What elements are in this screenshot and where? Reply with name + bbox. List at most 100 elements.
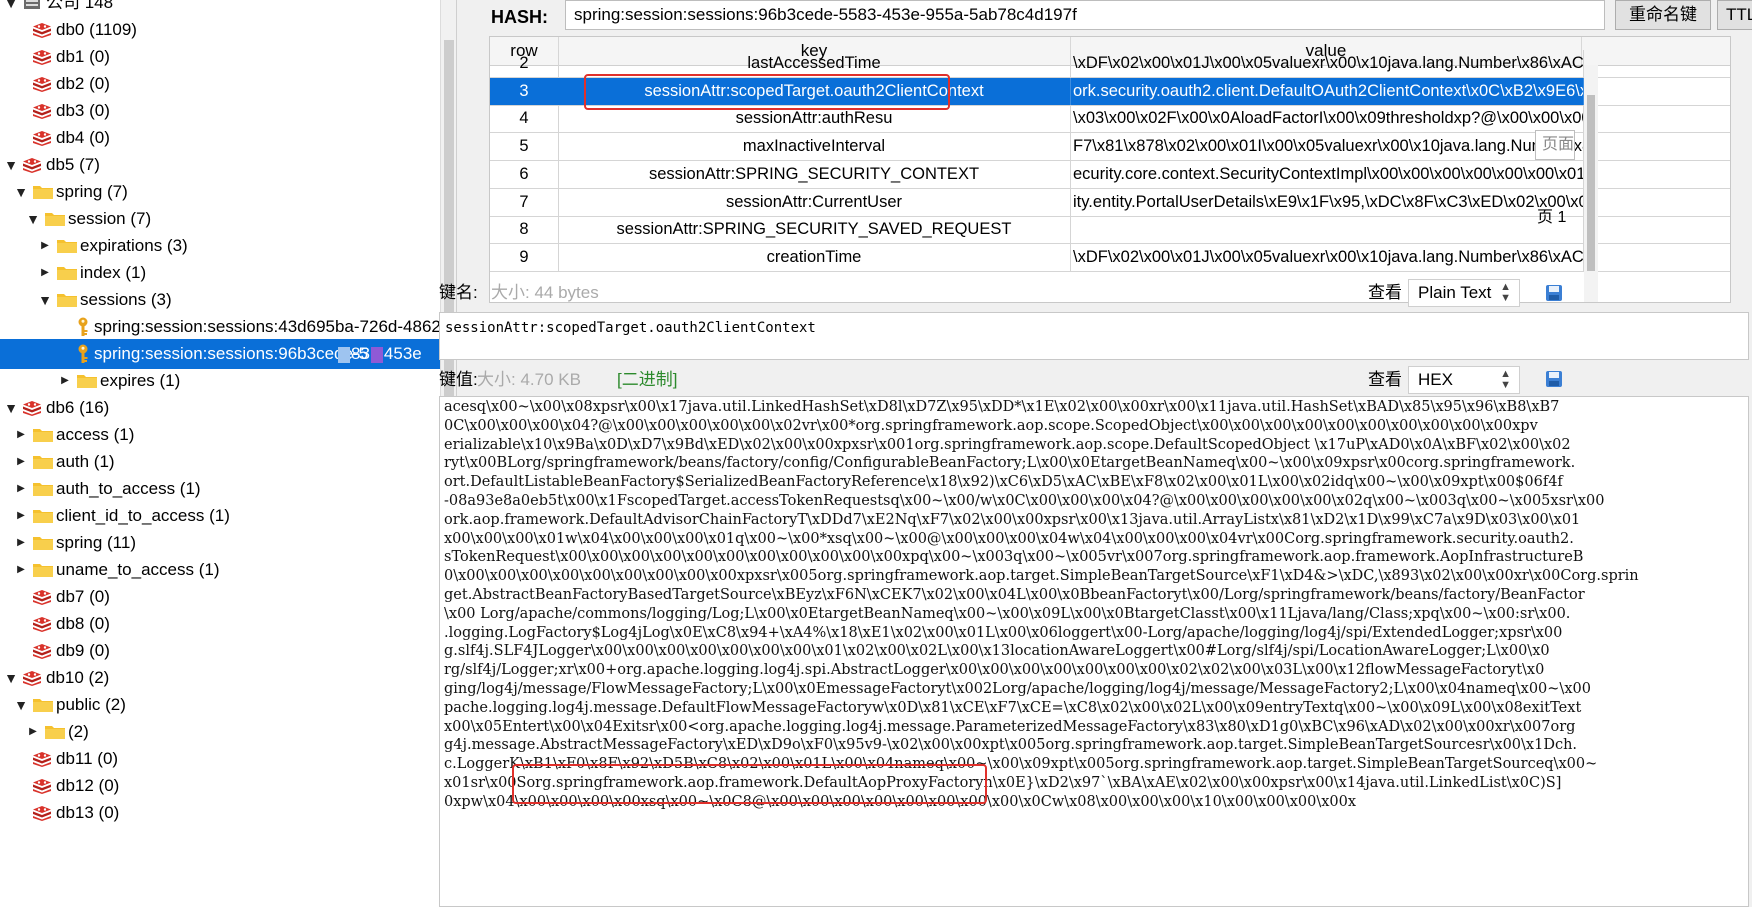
tree-node-folder[interactable]: ▼ spring (7): [0, 177, 456, 207]
tree-node-folder[interactable]: ▼ sessions (3): [0, 285, 456, 315]
expand-closed-icon[interactable]: ▶: [38, 258, 52, 288]
tree-node-folder[interactable]: ▶ auth_to_access (1): [0, 474, 456, 504]
tree-node-folder[interactable]: ▶ access (1): [0, 420, 456, 450]
tree-node-db[interactable]: db2 (0): [0, 69, 456, 99]
folder-icon: [57, 294, 77, 307]
expand-open-icon[interactable]: ▼: [38, 285, 52, 315]
value-line: ork.aop.framework.DefaultAdvisorChainFac…: [444, 511, 1581, 528]
folder-icon: [57, 240, 77, 253]
value-line: sTokenRequest\x00\x00\x00\x00\x00\x00\x0…: [444, 549, 1584, 566]
tree-node-folder[interactable]: ▶ auth (1): [0, 447, 456, 477]
tree-node-folder[interactable]: ▶ (2): [0, 717, 456, 747]
value-textbox[interactable]: acesq\x00~\x00\x08xpsr\x00\x17java.util.…: [439, 396, 1749, 907]
expand-closed-icon[interactable]: ▶: [14, 501, 28, 531]
tree-node-label: spring (11): [56, 533, 136, 552]
hash-field-table[interactable]: row key value 2 lastAccessedTime \xDF\x02\…: [489, 36, 1731, 303]
tree-node-key[interactable]: spring:session:sessions:96b3cede-5 83 453e: [0, 339, 456, 369]
expand-open-icon[interactable]: ▼: [14, 177, 28, 207]
value-line: g.slf4j.SLF4JLogger\x00\x00\x00\x00\x00\…: [444, 643, 1550, 660]
expand-closed-icon[interactable]: ▶: [38, 231, 52, 261]
database-icon: [33, 23, 51, 38]
tree-node-folder[interactable]: ▶ expirations (3): [0, 231, 456, 261]
tree-node-folder[interactable]: ▶ client_id_to_access (1): [0, 501, 456, 531]
value-line: g4j.message.AbstractMessageFactory\xED\x…: [444, 737, 1578, 754]
tree-node-folder[interactable]: ▼ session (7): [0, 204, 456, 234]
value-view-label: 查看: [1368, 370, 1402, 389]
binary-view-link[interactable]: [二进制]: [617, 369, 677, 391]
tree-node-db[interactable]: db11 (0): [0, 744, 456, 774]
cell-key: sessionAttr:SPRING_SECURITY_SAVED_REQUES…: [558, 216, 1071, 244]
database-icon: [23, 401, 41, 416]
expand-closed-icon[interactable]: ▶: [26, 717, 40, 747]
value-line: x00\x00\x00\x01w\x04\x00\x00\x00\x01q\x0…: [444, 530, 1574, 547]
page-size-input[interactable]: 页面: [1535, 130, 1575, 160]
scrollbar-thumb[interactable]: [1587, 95, 1595, 271]
ttl-button[interactable]: TTL: [1717, 0, 1752, 30]
value-view-mode-select[interactable]: HEX ▲ ▼: [1408, 366, 1520, 394]
tree-node-folder[interactable]: ▶ uname_to_access (1): [0, 555, 456, 585]
expand-closed-icon[interactable]: ▶: [14, 528, 28, 558]
link-icon[interactable]: [338, 346, 350, 363]
tree-node-key[interactable]: spring:session:sessions:43d695ba-726d-48…: [0, 312, 456, 342]
table-row[interactable]: 3 sessionAttr:scopedTarget.oauth2ClientCo…: [490, 77, 1730, 106]
tree-node-label: db2 (0): [56, 74, 110, 93]
expand-closed-icon[interactable]: ▶: [58, 366, 72, 396]
cell-key: sessionAttr:authResu: [558, 105, 1071, 133]
value-line: acesq\x00~\x00\x08xpsr\x00\x17java.util.…: [444, 399, 1560, 415]
cell-key: lastAccessedTime: [558, 50, 1071, 77]
key-view-mode-value: Plain Text: [1418, 283, 1492, 302]
expand-closed-icon[interactable]: ▶: [14, 555, 28, 585]
expand-open-icon[interactable]: ▼: [4, 663, 18, 693]
cell-row: 2: [490, 50, 559, 77]
table-scrollbar[interactable]: [1584, 65, 1598, 302]
cell-value: ity.entity.PortalUserDetails\xE9\x1F\x95…: [1071, 188, 1584, 216]
tree-node-folder[interactable]: ▶ expires (1): [0, 366, 456, 396]
tree-node-label: auth_to_access (1): [56, 479, 201, 498]
folder-icon: [33, 510, 53, 523]
expand-closed-icon[interactable]: ▶: [14, 474, 28, 504]
tree-node-db[interactable]: ▼ db10 (2): [0, 663, 456, 693]
tree-node-folder[interactable]: ▼ public (2): [0, 690, 456, 720]
expand-open-icon[interactable]: ▼: [14, 690, 28, 720]
tree-node-db[interactable]: db12 (0): [0, 771, 456, 801]
tree-node-db[interactable]: ▼ db5 (7): [0, 150, 456, 180]
tree-node-db[interactable]: db0 (1109): [0, 15, 456, 45]
database-icon: [33, 50, 51, 65]
tree-node-label: client_id_to_access (1): [56, 506, 230, 525]
expand-closed-icon[interactable]: ▶: [14, 420, 28, 450]
expand-closed-icon[interactable]: ▶: [14, 447, 28, 477]
tree-node-db[interactable]: db4 (0): [0, 123, 456, 153]
delete-icon[interactable]: [370, 346, 383, 363]
tree-node-db[interactable]: db13 (0): [0, 798, 456, 828]
key-name-input[interactable]: spring:session:sessions:96b3cede-5583-45…: [565, 0, 1605, 30]
tree-node-db[interactable]: db8 (0): [0, 609, 456, 639]
tree-node-db[interactable]: db7 (0): [0, 582, 456, 612]
database-icon: [33, 752, 51, 767]
tree-node-label: db6 (16): [46, 398, 110, 417]
expand-open-icon[interactable]: ▼: [4, 150, 18, 180]
database-icon: [33, 644, 51, 659]
tree-node-folder[interactable]: ▶ spring (11): [0, 528, 456, 558]
save-icon[interactable]: [1545, 370, 1563, 388]
expand-open-icon[interactable]: ▼: [4, 393, 18, 423]
key-view-mode-select[interactable]: Plain Text ▲ ▼: [1408, 279, 1520, 307]
tree-node-db[interactable]: db9 (0): [0, 636, 456, 666]
cell-row: 3: [490, 77, 559, 105]
connection-tree[interactable]: ▼ 公司 148 db0 (1109) db1 (0) db2 (0) db3 (0) db…: [0, 0, 457, 907]
table-row[interactable]: 6 sessionAttr:SPRING_SECURITY_CONTEXT ecur…: [490, 160, 1730, 189]
tree-node-db[interactable]: db1 (0): [0, 42, 456, 72]
table-row[interactable]: 2 lastAccessedTime \xDF\x02\x00\x01J\x00\x…: [490, 50, 1730, 78]
save-icon[interactable]: [1545, 284, 1563, 302]
key-name-textbox[interactable]: sessionAttr:scopedTarget.oauth2ClientCon…: [439, 312, 1749, 360]
table-row[interactable]: 9 creationTime \xDF\x02\x00\x01J\x00\x05va…: [490, 243, 1730, 272]
row-action-icons: 83 453e: [338, 339, 422, 369]
expand-open-icon[interactable]: ▼: [26, 204, 40, 234]
tree-node-label: auth (1): [56, 452, 115, 471]
tree-node-db[interactable]: ▼ db6 (16): [0, 393, 456, 423]
rename-key-button[interactable]: 重命名键: [1615, 0, 1711, 30]
tree-node-db[interactable]: db3 (0): [0, 96, 456, 126]
cell-row: 8: [490, 216, 559, 244]
folder-icon: [33, 564, 53, 577]
tree-node-folder[interactable]: ▶ index (1): [0, 258, 456, 288]
tree-node-label: db3 (0): [56, 101, 110, 120]
